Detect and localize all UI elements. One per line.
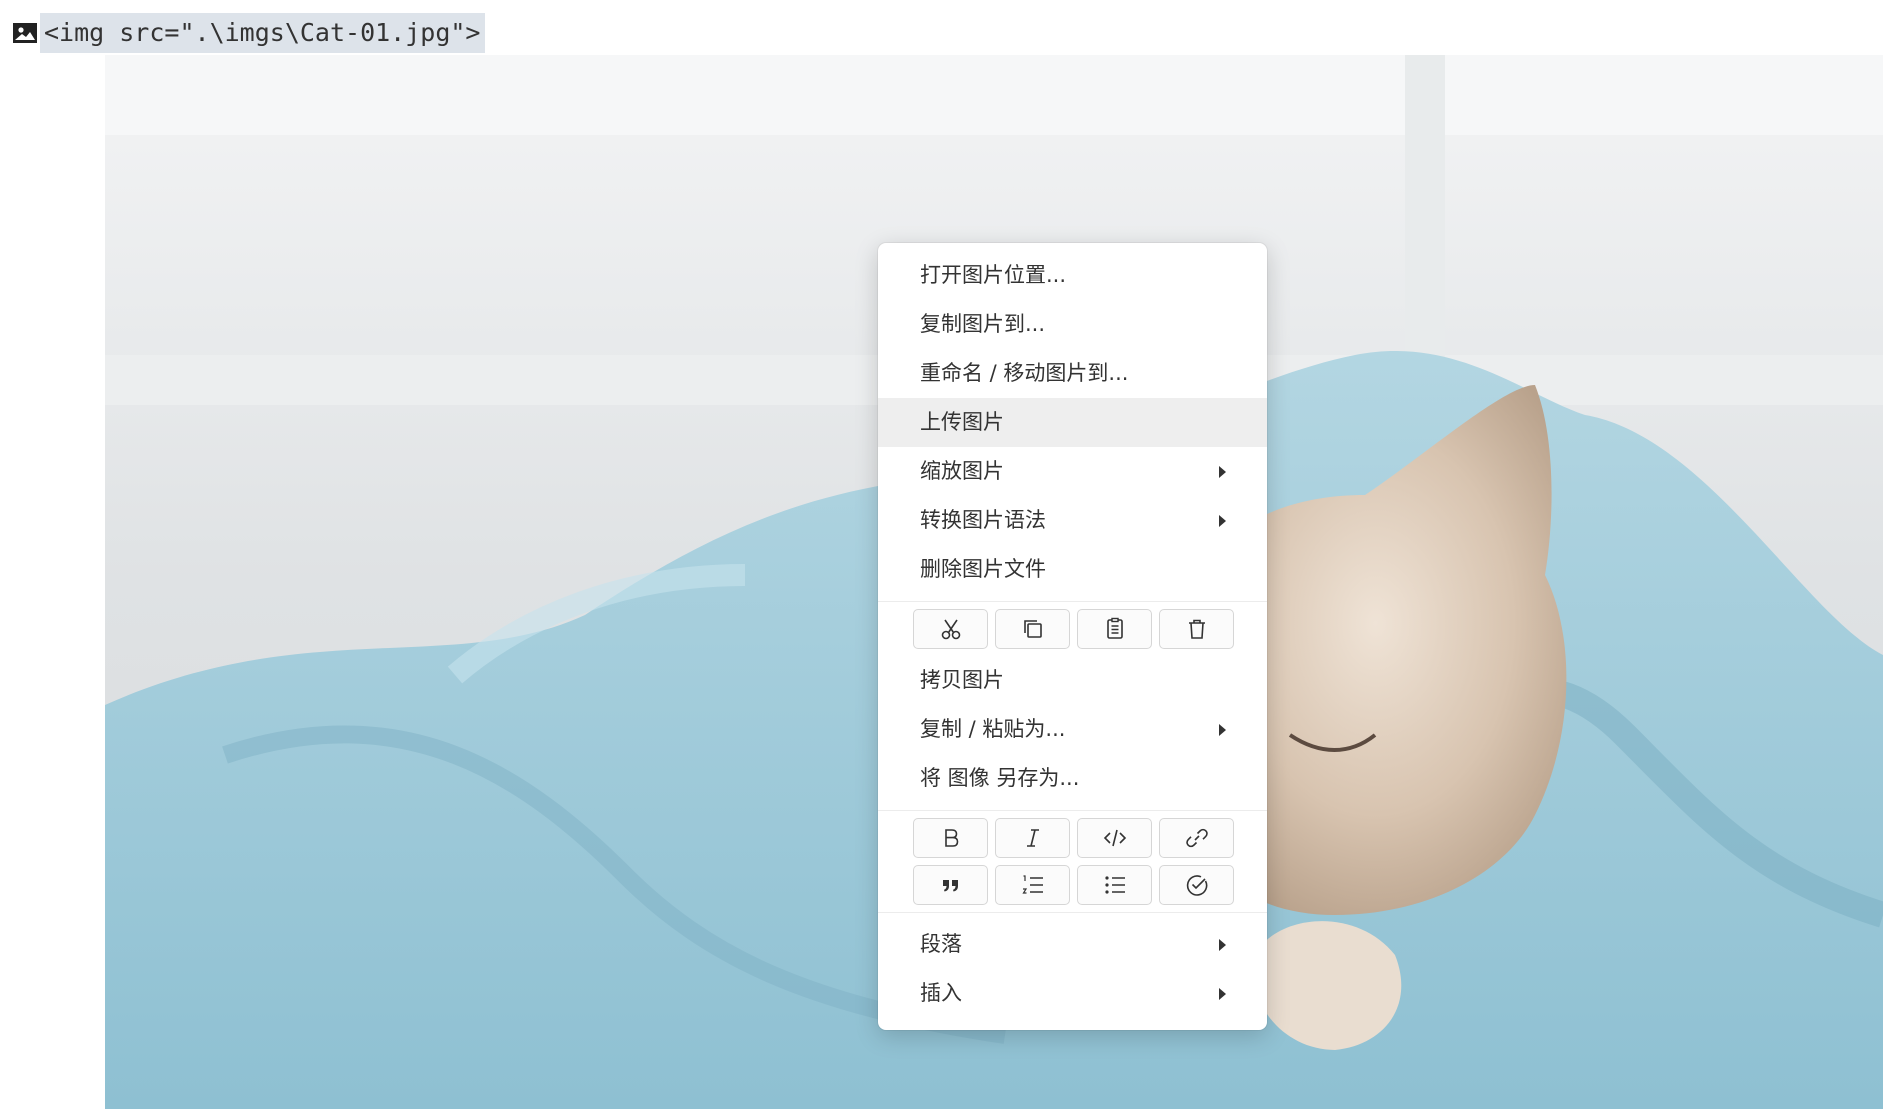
image-source-code[interactable]: <img src=".\imgs\Cat-01.jpg">	[40, 13, 485, 53]
menu-item-label: 将 图像 另存为...	[920, 766, 1080, 790]
menu-item-convert-image-syntax[interactable]: 转换图片语法	[878, 496, 1267, 545]
menu-item-zoom-image[interactable]: 缩放图片	[878, 447, 1267, 496]
context-menu: 打开图片位置... 复制图片到... 重命名 / 移动图片到... 上传图片 缩…	[878, 243, 1267, 1030]
menu-item-label: 删除图片文件	[920, 557, 1046, 581]
menu-item-label: 拷贝图片	[920, 668, 1004, 692]
format-button-row-1	[878, 818, 1267, 858]
paste-icon	[1106, 617, 1123, 639]
quote-icon	[942, 880, 958, 892]
unordered-list-button[interactable]	[1077, 865, 1152, 905]
menu-item-label: 打开图片位置...	[920, 263, 1067, 287]
italic-icon	[1026, 829, 1039, 847]
ordered-list-button[interactable]	[995, 865, 1070, 905]
submenu-arrow-icon	[1219, 514, 1226, 527]
italic-button[interactable]	[995, 818, 1070, 858]
menu-divider	[878, 810, 1267, 811]
copy-icon	[1023, 620, 1042, 638]
format-button-row-2	[878, 865, 1267, 905]
menu-item-label: 重命名 / 移动图片到...	[920, 361, 1129, 385]
copy-button[interactable]	[995, 609, 1070, 649]
menu-item-insert[interactable]: 插入	[878, 969, 1267, 1018]
menu-item-delete-image-file[interactable]: 删除图片文件	[878, 545, 1267, 594]
menu-item-label: 段落	[920, 932, 962, 956]
bold-icon	[944, 829, 958, 847]
submenu-arrow-icon	[1219, 987, 1226, 1000]
edit-button-row	[878, 609, 1267, 649]
menu-item-label: 上传图片	[920, 410, 1004, 434]
paste-button[interactable]	[1077, 609, 1152, 649]
menu-item-label: 复制 / 粘贴为...	[920, 717, 1066, 741]
submenu-arrow-icon	[1219, 723, 1226, 736]
menu-divider	[878, 912, 1267, 913]
delete-icon	[1188, 619, 1205, 639]
menu-item-label: 复制图片到...	[920, 312, 1046, 336]
quote-button[interactable]	[913, 865, 988, 905]
delete-button[interactable]	[1159, 609, 1234, 649]
submenu-arrow-icon	[1219, 465, 1226, 478]
menu-item-save-image-as[interactable]: 将 图像 另存为...	[878, 754, 1267, 803]
menu-item-copy-image-to[interactable]: 复制图片到...	[878, 300, 1267, 349]
ordered-list-icon	[1021, 875, 1043, 894]
menu-item-label: 转换图片语法	[920, 508, 1046, 532]
image-source-line[interactable]: <img src=".\imgs\Cat-01.jpg">	[12, 13, 485, 53]
menu-item-upload-image[interactable]: 上传图片	[878, 398, 1267, 447]
menu-item-paragraph[interactable]: 段落	[878, 920, 1267, 969]
task-list-icon	[1186, 875, 1207, 896]
link-icon	[1185, 828, 1208, 848]
submenu-arrow-icon	[1219, 938, 1226, 951]
code-button[interactable]	[1077, 818, 1152, 858]
unordered-list-icon	[1104, 876, 1125, 894]
menu-item-open-image-location[interactable]: 打开图片位置...	[878, 251, 1267, 300]
image-icon	[12, 22, 38, 44]
cut-icon	[941, 619, 960, 640]
menu-item-label: 插入	[920, 981, 962, 1005]
menu-item-label: 缩放图片	[920, 459, 1004, 483]
menu-item-copy-image[interactable]: 拷贝图片	[878, 656, 1267, 705]
code-icon	[1103, 829, 1126, 847]
cut-button[interactable]	[913, 609, 988, 649]
bold-button[interactable]	[913, 818, 988, 858]
link-button[interactable]	[1159, 818, 1234, 858]
menu-divider	[878, 601, 1267, 602]
task-list-button[interactable]	[1159, 865, 1234, 905]
menu-item-rename-move-image[interactable]: 重命名 / 移动图片到...	[878, 349, 1267, 398]
menu-item-copy-paste-as[interactable]: 复制 / 粘贴为...	[878, 705, 1267, 754]
